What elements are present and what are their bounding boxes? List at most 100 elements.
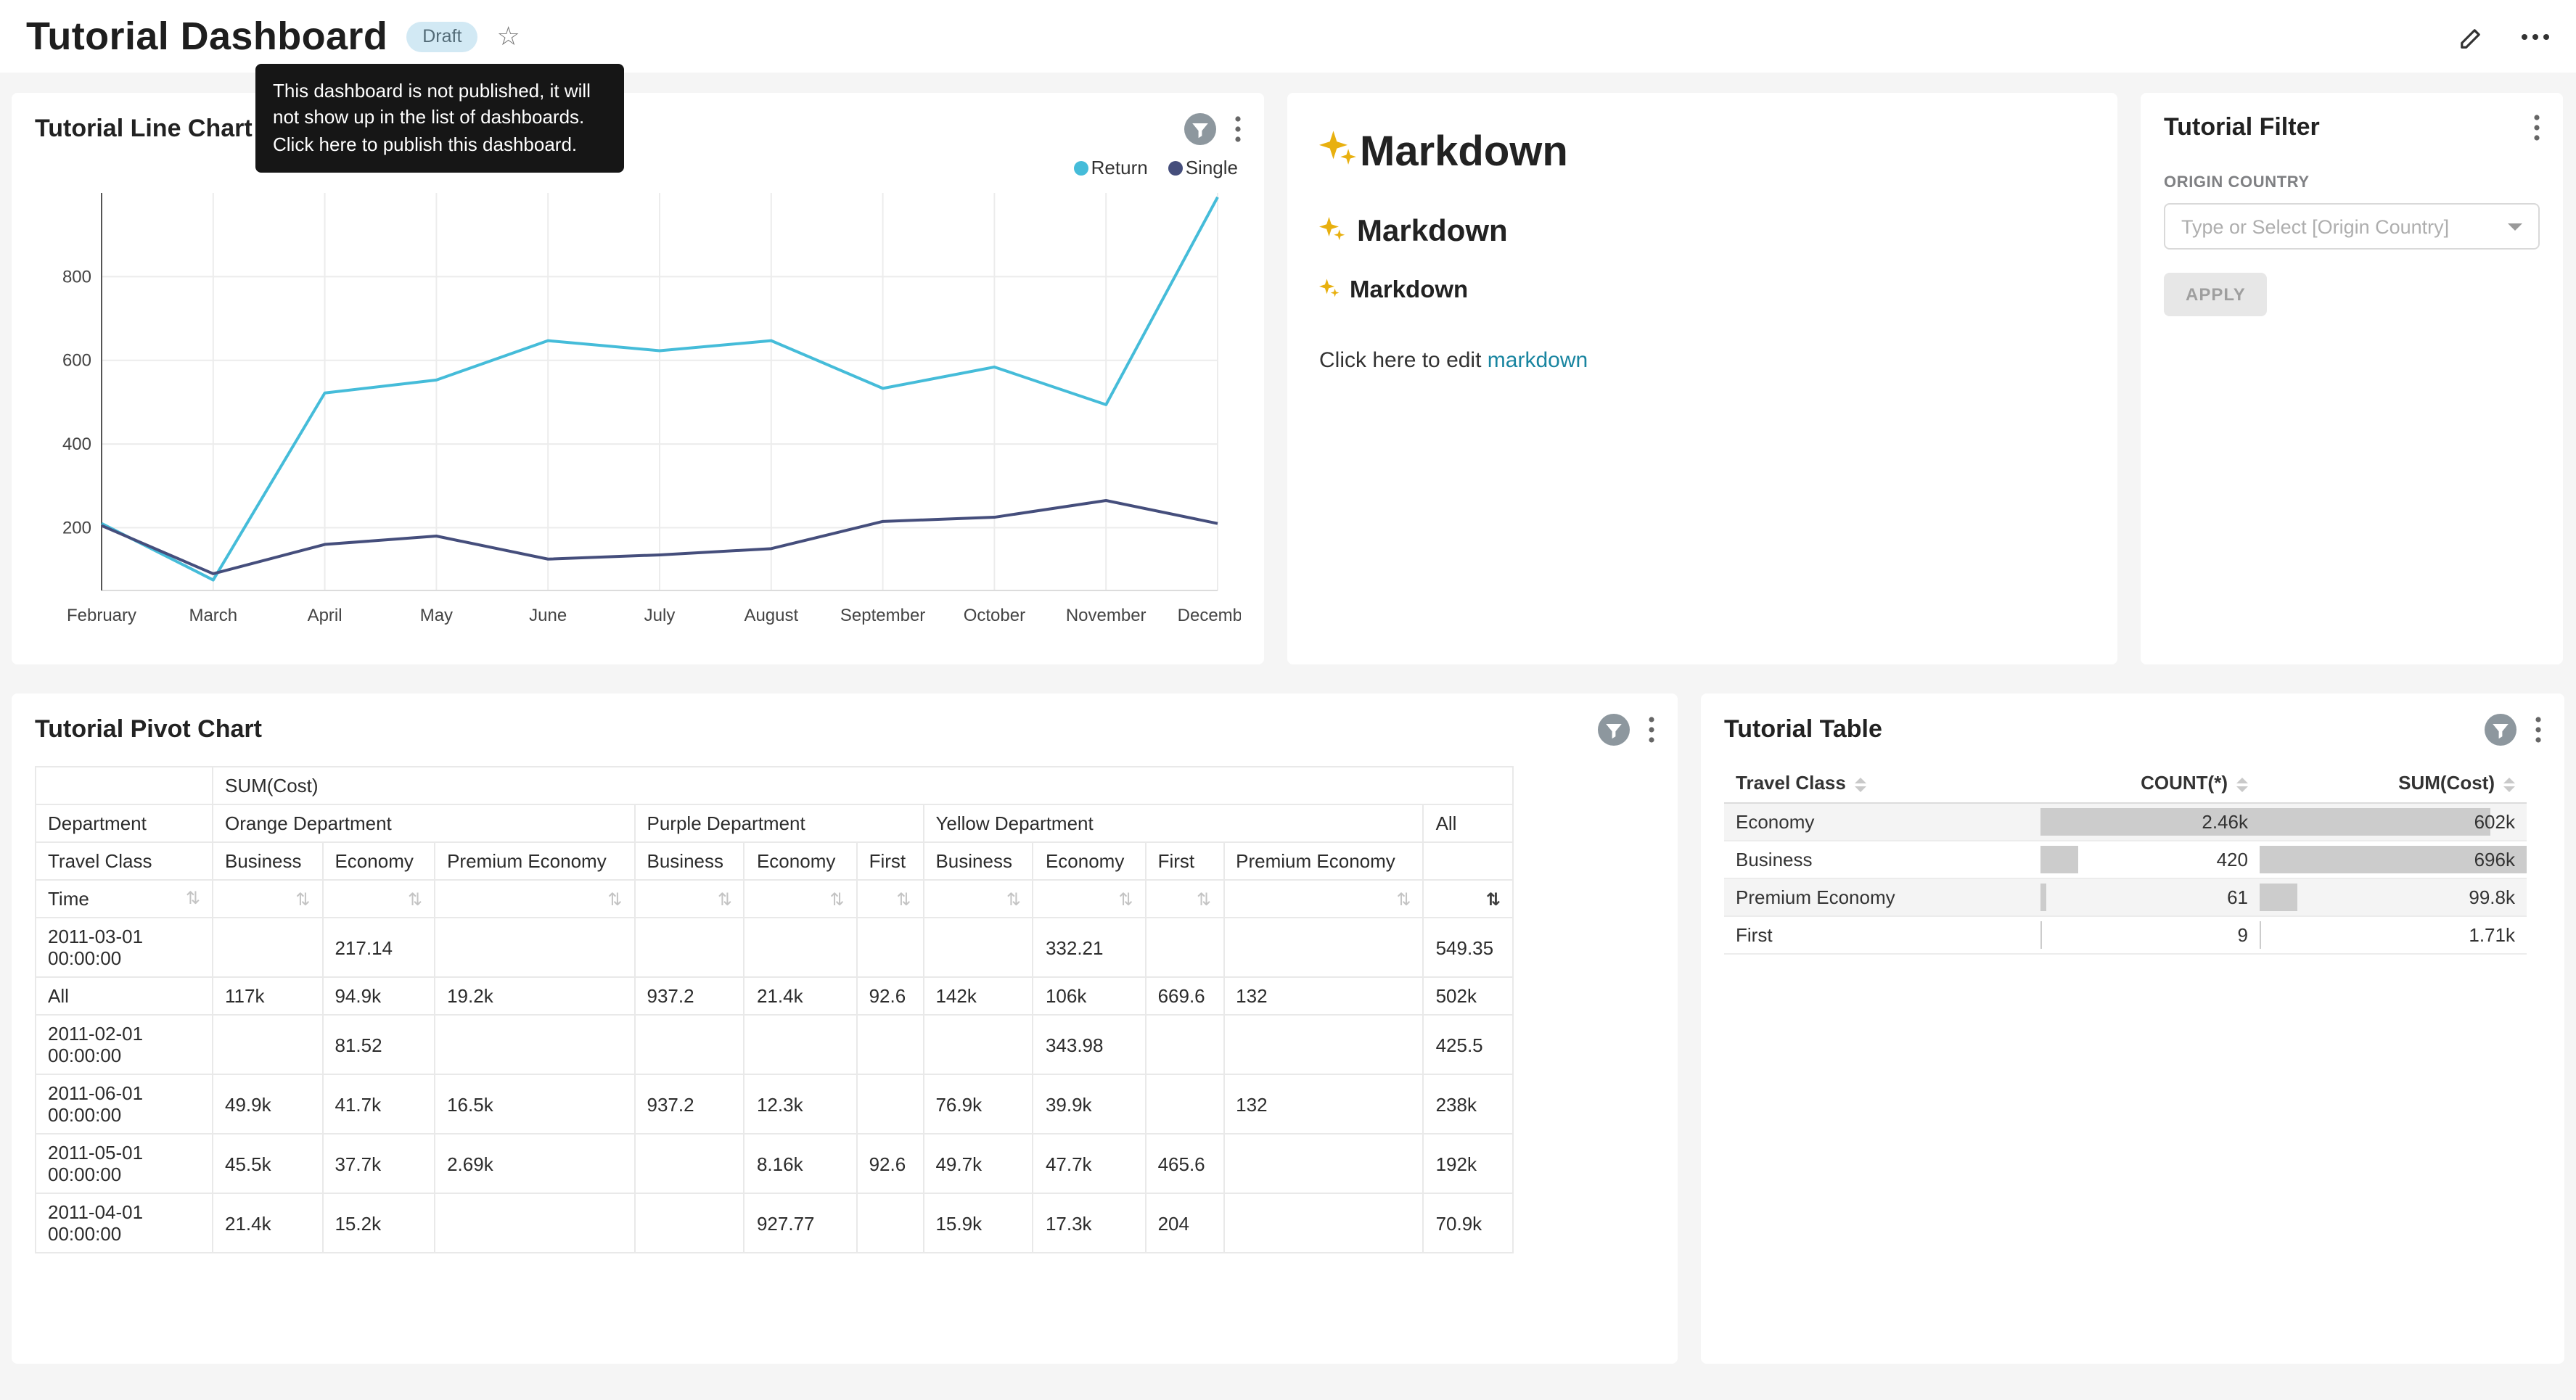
svg-text:October: October [964, 606, 1025, 625]
svg-text:400: 400 [62, 435, 91, 454]
pivot-value-cell: 81.52 [322, 1015, 435, 1074]
pivot-value-cell: 49.7k [923, 1134, 1033, 1193]
line-chart-title: Tutorial Line Chart [35, 115, 253, 144]
sort-icon[interactable]: ⇅ [1223, 880, 1423, 918]
pivot-value-cell: 76.9k [923, 1074, 1033, 1134]
pivot-value-cell: 19.2k [435, 977, 634, 1015]
count-cell: 2.46k [2040, 803, 2260, 841]
svg-text:September: September [840, 606, 925, 625]
row-bottom: Tutorial Pivot Chart SUM(Cost)Department… [12, 693, 2564, 1364]
apply-button[interactable]: APPLY [2164, 273, 2268, 316]
sparkles-icon [1319, 128, 1357, 177]
sort-icon[interactable]: ⇅ [1424, 880, 1513, 918]
pivot-table: SUM(Cost)DepartmentOrange DepartmentPurp… [35, 766, 1514, 1253]
pivot-row: 2011-06-01 00:00:0049.9k41.7k16.5k937.21… [36, 1074, 1513, 1134]
pivot-value-cell [857, 1015, 924, 1074]
pivot-value-cell [213, 918, 322, 977]
pivot-time-cell: 2011-03-01 00:00:00 [36, 918, 213, 977]
filter-card: Tutorial Filter ORIGIN COUNTRY Type or S… [2141, 93, 2563, 664]
pivot-value-cell [923, 1015, 1033, 1074]
header-right [2458, 22, 2550, 50]
more-menu-icon[interactable] [2521, 33, 2550, 40]
svg-text:July: July [644, 606, 676, 625]
sparkles-icon [1319, 277, 1340, 305]
draft-badge[interactable]: Draft [406, 21, 477, 52]
edit-markdown-link[interactable]: markdown [1488, 348, 1588, 373]
pivot-value-cell [1223, 918, 1423, 977]
pivot-value-cell: 16.5k [435, 1074, 634, 1134]
line-chart-card: Tutorial Line Chart ReturnSingle 2004006… [12, 93, 1264, 664]
sort-icon[interactable]: ⇅ [322, 880, 435, 918]
svg-text:February: February [67, 606, 136, 625]
sort-icon[interactable]: ⇅ [857, 880, 924, 918]
sort-icon[interactable]: ⇅ [435, 880, 634, 918]
legend-item-single[interactable]: Single [1168, 157, 1238, 178]
column-header-sum[interactable]: SUM(Cost) [2260, 763, 2527, 803]
count-cell: 61 [2040, 878, 2260, 916]
chart-legend: Return Single [12, 145, 1264, 178]
sort-icon[interactable]: ⇅ [1033, 880, 1146, 918]
column-header-count[interactable]: COUNT(*) [2040, 763, 2260, 803]
filter-card-header: Tutorial Filter [2141, 93, 2563, 142]
pivot-value-cell: 21.4k [213, 1193, 322, 1253]
pivot-metric-row: SUM(Cost) [36, 767, 1513, 804]
pivot-row: 2011-04-01 00:00:0021.4k15.2k927.7715.9k… [36, 1193, 1513, 1253]
sort-icon[interactable]: ⇅ [635, 880, 745, 918]
filter-indicator-icon[interactable] [1598, 714, 1630, 746]
pivot-value-cell: 2.69k [435, 1134, 634, 1193]
travel-class-cell: Premium Economy [1724, 878, 2040, 916]
pivot-value-cell [435, 918, 634, 977]
publish-tooltip: This dashboard is not published, it will… [255, 64, 624, 173]
pivot-value-cell: 94.9k [322, 977, 435, 1015]
sort-icon[interactable]: ⇅ [923, 880, 1033, 918]
count-cell: 420 [2040, 841, 2260, 878]
pivot-value-cell: 502k [1424, 977, 1513, 1015]
sort-carets-icon [2236, 777, 2248, 791]
row-top: Tutorial Line Chart ReturnSingle 2004006… [12, 93, 2564, 664]
edit-dashboard-icon[interactable] [2458, 22, 2486, 50]
filter-indicator-icon[interactable] [1184, 113, 1216, 145]
data-table: Travel ClassCOUNT(*)SUM(Cost)Economy2.46… [1724, 763, 2527, 955]
pivot-value-cell: 343.98 [1033, 1015, 1146, 1074]
pivot-value-cell: 425.5 [1424, 1015, 1513, 1074]
legend-item-return[interactable]: Return [1074, 157, 1148, 178]
kebab-menu-icon[interactable] [1649, 717, 1654, 743]
dashboard-header: Tutorial Dashboard Draft ☆ [0, 0, 2576, 73]
pivot-travel-class-header: First [857, 842, 924, 880]
pivot-travel-class-header: Business [635, 842, 745, 880]
sort-icon[interactable]: ⇅ [213, 880, 322, 918]
pivot-value-cell: 204 [1146, 1193, 1224, 1253]
sparkles-icon [1319, 215, 1345, 250]
sort-icon[interactable]: ⇅ [745, 880, 857, 918]
pivot-value-cell: 15.9k [923, 1193, 1033, 1253]
filter-indicator-icon[interactable] [2485, 714, 2516, 746]
table-row: Business420696k [1724, 841, 2527, 878]
chevron-down-icon [2508, 223, 2522, 230]
pivot-value-cell [857, 918, 924, 977]
origin-country-select[interactable]: Type or Select [Origin Country] [2164, 203, 2540, 250]
sum-cell: 696k [2260, 841, 2527, 878]
favorite-star-icon[interactable]: ☆ [496, 23, 520, 49]
kebab-menu-icon[interactable] [2535, 717, 2541, 743]
pivot-value-cell: 669.6 [1146, 977, 1224, 1015]
column-header-travel-class[interactable]: Travel Class [1724, 763, 2040, 803]
pivot-value-cell: 21.4k [745, 977, 857, 1015]
svg-text:August: August [744, 606, 798, 625]
kebab-menu-icon[interactable] [1235, 116, 1241, 142]
svg-text:600: 600 [62, 351, 91, 371]
kebab-menu-icon[interactable] [2534, 115, 2540, 141]
filter-card-body: ORIGIN COUNTRY Type or Select [Origin Co… [2141, 174, 2563, 316]
pivot-travel-class-header: First [1146, 842, 1224, 880]
pivot-value-cell: 37.7k [322, 1134, 435, 1193]
pivot-value-cell: 132 [1223, 1074, 1423, 1134]
pivot-value-cell: 70.9k [1424, 1193, 1513, 1253]
sort-icon[interactable]: ⇅ [1146, 880, 1224, 918]
markdown-heading-2: Markdown [1319, 215, 2085, 250]
pivot-value-cell: 132 [1223, 977, 1423, 1015]
sum-cell: 99.8k [2260, 878, 2527, 916]
pivot-value-cell [1223, 1015, 1423, 1074]
markdown-card: Markdown Markdown Markdown Click here to… [1287, 93, 2117, 664]
pivot-time-cell: 2011-02-01 00:00:00 [36, 1015, 213, 1074]
sort-icon[interactable]: ⇅ [186, 888, 200, 908]
pivot-travel-class-header [1424, 842, 1513, 880]
